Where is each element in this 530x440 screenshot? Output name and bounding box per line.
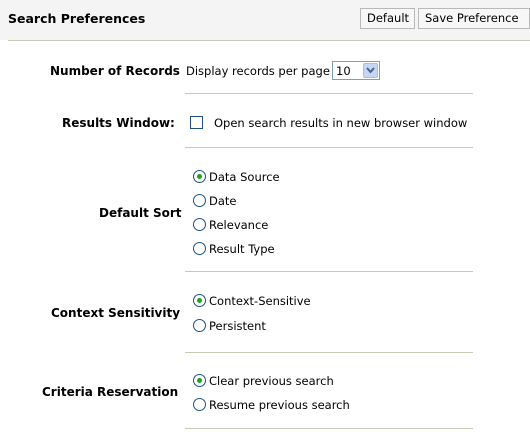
persistent-label[interactable]: Persistent	[209, 319, 266, 333]
chevron-down-icon[interactable]	[363, 63, 378, 78]
clear-previous-search-radio[interactable]	[193, 374, 206, 387]
context-sensitive-radio[interactable]	[193, 294, 206, 307]
criteria-reservation-label: Criteria Reservation	[42, 385, 179, 399]
header-divider	[8, 40, 530, 41]
sort-date-label[interactable]: Date	[209, 194, 237, 208]
page-title: Search Preferences	[8, 11, 146, 26]
sort-date-radio[interactable]	[193, 194, 206, 207]
resume-previous-search-radio[interactable]	[193, 398, 206, 411]
preferences-header: Search Preferences Default Save Preferen…	[0, 0, 530, 40]
default-button[interactable]: Default	[360, 8, 415, 29]
separator	[185, 271, 473, 272]
sort-data-source-radio[interactable]	[193, 170, 206, 183]
separator	[185, 93, 473, 94]
context-sensitive-label[interactable]: Context-Sensitive	[209, 294, 311, 308]
records-per-page-value: 10	[336, 64, 351, 78]
sort-result-type-label[interactable]: Result Type	[209, 242, 275, 256]
context-sensitivity-label: Context Sensitivity	[51, 306, 181, 320]
separator	[185, 428, 473, 429]
default-sort-label: Default Sort	[99, 206, 182, 220]
number-of-records-label: Number of Records	[50, 64, 180, 78]
separator	[185, 147, 473, 148]
records-per-page-select[interactable]: 10	[332, 61, 380, 80]
open-new-window-checkbox[interactable]	[190, 116, 203, 129]
records-per-page-text: Display records per page	[186, 64, 330, 78]
persistent-radio[interactable]	[193, 319, 206, 332]
sort-result-type-radio[interactable]	[193, 242, 206, 255]
resume-previous-search-label[interactable]: Resume previous search	[209, 398, 350, 412]
sort-data-source-label[interactable]: Data Source	[209, 170, 280, 184]
clear-previous-search-label[interactable]: Clear previous search	[209, 374, 334, 388]
separator	[185, 352, 473, 353]
sort-relevance-radio[interactable]	[193, 218, 206, 231]
sort-relevance-label[interactable]: Relevance	[209, 218, 268, 232]
open-new-window-label[interactable]: Open search results in new browser windo…	[214, 116, 467, 130]
results-window-label: Results Window:	[62, 116, 175, 130]
save-preference-button[interactable]: Save Preference	[418, 8, 530, 29]
